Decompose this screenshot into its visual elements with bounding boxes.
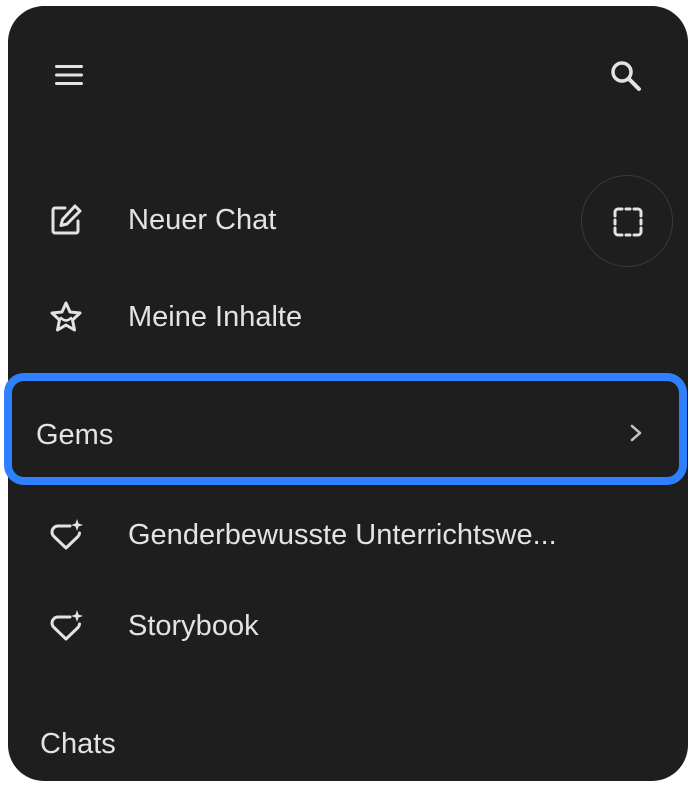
chevron-right-icon <box>622 415 650 451</box>
edit-square-icon <box>48 202 84 238</box>
gems-section-title: Gems <box>36 419 114 451</box>
my-content-button[interactable]: Meine Inhalte <box>8 281 688 353</box>
gem-item-label: Storybook <box>128 610 259 642</box>
my-content-label: Meine Inhalte <box>128 301 303 333</box>
chats-section-title: Chats <box>40 728 116 760</box>
gem-item-storybook[interactable]: Storybook <box>8 590 688 662</box>
gem-item-genderbewusste[interactable]: Genderbewusste Unterrichtswe... <box>8 499 688 571</box>
gems-section-button[interactable]: Gems <box>4 373 687 485</box>
screen-capture-button[interactable] <box>581 175 673 267</box>
gem-item-label: Genderbewusste Unterrichtswe... <box>128 519 557 551</box>
new-chat-label: Neuer Chat <box>128 204 277 236</box>
gem-sparkle-icon <box>48 517 84 553</box>
star-content-icon <box>48 299 84 335</box>
search-icon[interactable] <box>608 58 644 94</box>
hamburger-menu-icon[interactable] <box>52 58 86 92</box>
screen-capture-icon <box>613 207 643 237</box>
gem-sparkle-icon <box>48 608 84 644</box>
